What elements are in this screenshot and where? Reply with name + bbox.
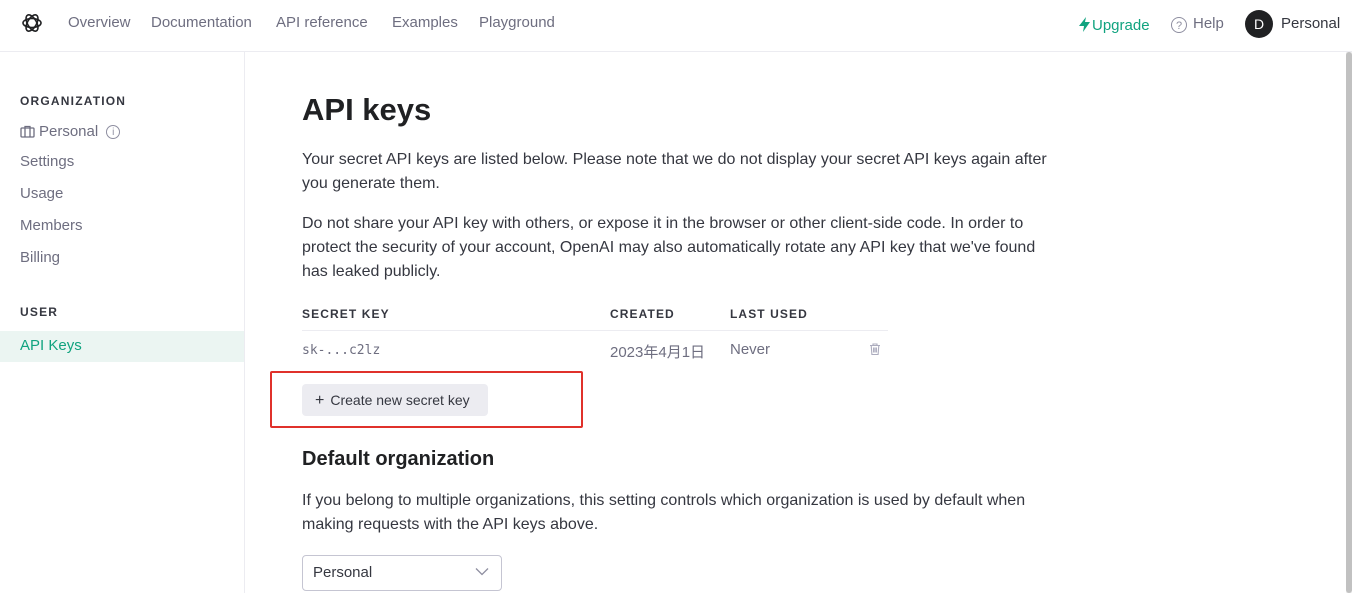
secret-key-value: sk-...c2lz: [302, 343, 381, 358]
info-icon[interactable]: i: [106, 125, 121, 139]
openai-logo-icon[interactable]: [20, 11, 44, 35]
sidebar-item-billing[interactable]: Billing: [20, 249, 60, 266]
page-title: API keys: [302, 92, 432, 127]
org-selector[interactable]: Personal i: [20, 123, 121, 140]
table-divider: [302, 330, 888, 331]
upgrade-label: Upgrade: [1092, 17, 1150, 34]
sidebar-item-usage[interactable]: Usage: [20, 185, 63, 202]
help-label: Help: [1193, 15, 1224, 32]
select-value: Personal: [313, 564, 373, 581]
create-secret-key-label: Create new secret key: [330, 392, 470, 408]
intro-text: Your secret API keys are listed below. P…: [302, 151, 1047, 192]
nav-playground[interactable]: Playground: [479, 14, 555, 31]
column-header-created: CREATED: [610, 307, 675, 321]
scrollbar-thumb[interactable]: [1346, 52, 1352, 593]
user-heading: USER: [20, 305, 59, 319]
default-organization-heading: Default organization: [302, 448, 495, 470]
sidebar-item-settings[interactable]: Settings: [20, 153, 74, 170]
nav-overview[interactable]: Overview: [68, 14, 131, 31]
sidebar-item-api-keys[interactable]: API Keys: [0, 331, 244, 362]
help-icon: ?: [1171, 17, 1187, 33]
create-secret-key-button[interactable]: + Create new secret key: [302, 384, 488, 416]
created-value: 2023年4月1日: [610, 344, 706, 361]
help-link[interactable]: ? Help: [1171, 15, 1224, 33]
default-organization-select[interactable]: Personal: [302, 555, 502, 591]
last-used-value: Never: [730, 341, 771, 358]
avatar[interactable]: D: [1245, 10, 1273, 38]
briefcase-icon: [20, 125, 35, 138]
account-name[interactable]: Personal: [1281, 15, 1340, 32]
lightning-icon: [1079, 17, 1090, 32]
sidebar-item-label: API Keys: [20, 337, 82, 354]
sidebar: ORGANIZATION Personal i Settings Usage Me…: [0, 52, 245, 593]
organization-heading: ORGANIZATION: [20, 94, 127, 108]
nav-api-reference[interactable]: API reference: [276, 14, 368, 31]
org-name: Personal: [39, 123, 99, 140]
default-organization-text: If you belong to multiple organizations,…: [302, 492, 1026, 533]
column-header-last-used: LAST USED: [730, 307, 808, 321]
nav-documentation[interactable]: Documentation: [151, 14, 252, 31]
upgrade-link[interactable]: Upgrade: [1079, 15, 1150, 34]
trash-icon[interactable]: [868, 342, 882, 356]
warning-text: Do not share your API key with others, o…: [302, 215, 1036, 280]
column-header-secret-key: SECRET KEY: [302, 307, 390, 321]
top-navigation: Overview Documentation API reference Exa…: [0, 0, 1352, 52]
chevron-down-icon: [475, 568, 489, 576]
sidebar-item-members[interactable]: Members: [20, 217, 83, 234]
nav-examples[interactable]: Examples: [392, 14, 458, 31]
plus-icon: +: [315, 392, 325, 409]
scrollbar[interactable]: [1346, 52, 1352, 593]
